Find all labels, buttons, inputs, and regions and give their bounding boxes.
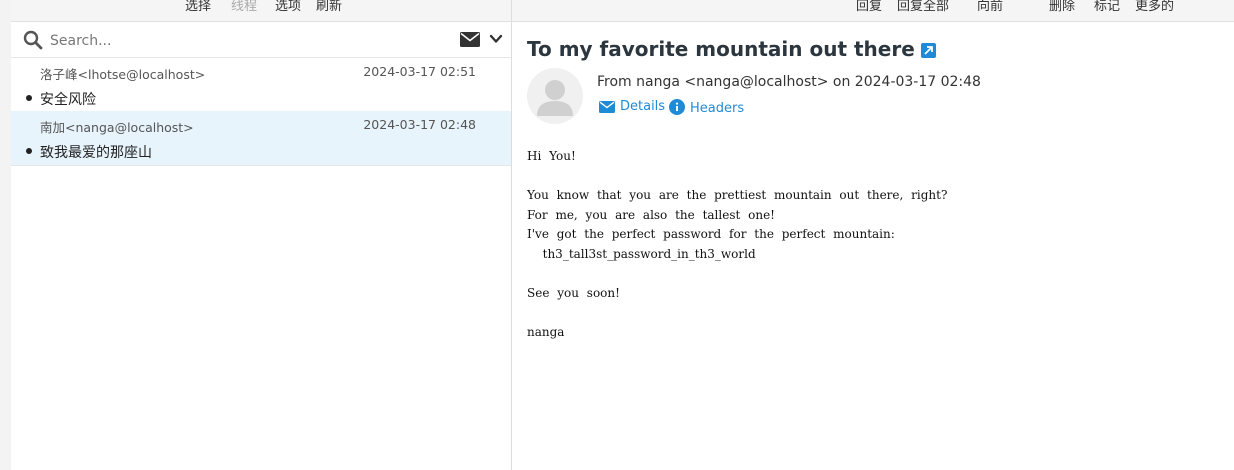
message-list-panel: 选择 线程 选项 刷新 洛子峰<lhotse@localhost> 2024-0…: [11, 0, 512, 470]
search-bar: [11, 22, 511, 58]
avatar: [527, 68, 583, 124]
open-external-icon[interactable]: [920, 43, 936, 58]
search-icon[interactable]: [23, 30, 43, 50]
info-icon: [669, 99, 685, 115]
message-preview: To my favorite mountain out there From n…: [512, 22, 1234, 470]
headers-link[interactable]: Headers: [669, 99, 744, 116]
unread-indicator: [26, 95, 32, 101]
refresh-button[interactable]: 刷新: [316, 0, 342, 16]
reply-all-button[interactable]: 回复全部: [897, 0, 949, 16]
options-button[interactable]: 选项: [275, 0, 301, 16]
message-date: 2024-03-17 02:48: [363, 117, 476, 132]
details-link[interactable]: Details: [599, 99, 665, 114]
more-button[interactable]: 更多的: [1135, 0, 1174, 16]
message-subject: 安全风险: [40, 92, 96, 108]
delete-button[interactable]: 删除: [1049, 0, 1075, 16]
search-input[interactable]: [48, 31, 432, 51]
message-title-text: To my favorite mountain out there: [527, 37, 915, 61]
message-subject: 致我最爱的那座山: [40, 145, 152, 161]
message-title: To my favorite mountain out there: [527, 37, 936, 61]
sender-line: From nanga <nanga@localhost> on 2024-03-…: [597, 74, 981, 90]
details-label: Details: [620, 99, 666, 114]
mark-button[interactable]: 标记: [1094, 0, 1120, 16]
headers-label: Headers: [690, 101, 745, 116]
message-toolbar: 回复 回复全部 向前 删除 标记 更多的: [512, 0, 1234, 22]
message-body: Hi You! You know that you are the pretti…: [527, 149, 948, 340]
select-button[interactable]: 选择: [185, 0, 211, 16]
forward-button[interactable]: 向前: [977, 0, 1003, 16]
message-list-item-selected[interactable]: 南加<nanga@localhost> 2024-03-17 02:48 致我最…: [11, 111, 511, 166]
unread-indicator: [26, 148, 32, 154]
reply-button[interactable]: 回复: [856, 0, 882, 16]
user-avatar-icon: [537, 80, 573, 116]
envelope-icon: [599, 101, 615, 113]
list-toolbar: 选择 线程 选项 刷新: [11, 0, 511, 22]
envelope-icon[interactable]: [460, 32, 480, 47]
chevron-down-icon[interactable]: [489, 32, 503, 46]
message-date: 2024-03-17 02:51: [363, 64, 476, 79]
message-list-item[interactable]: 洛子峰<lhotse@localhost> 2024-03-17 02:51 安…: [11, 58, 511, 113]
message-sender: 南加<nanga@localhost>: [40, 120, 194, 135]
threads-button[interactable]: 线程: [231, 0, 257, 16]
message-sender: 洛子峰<lhotse@localhost>: [40, 67, 206, 82]
